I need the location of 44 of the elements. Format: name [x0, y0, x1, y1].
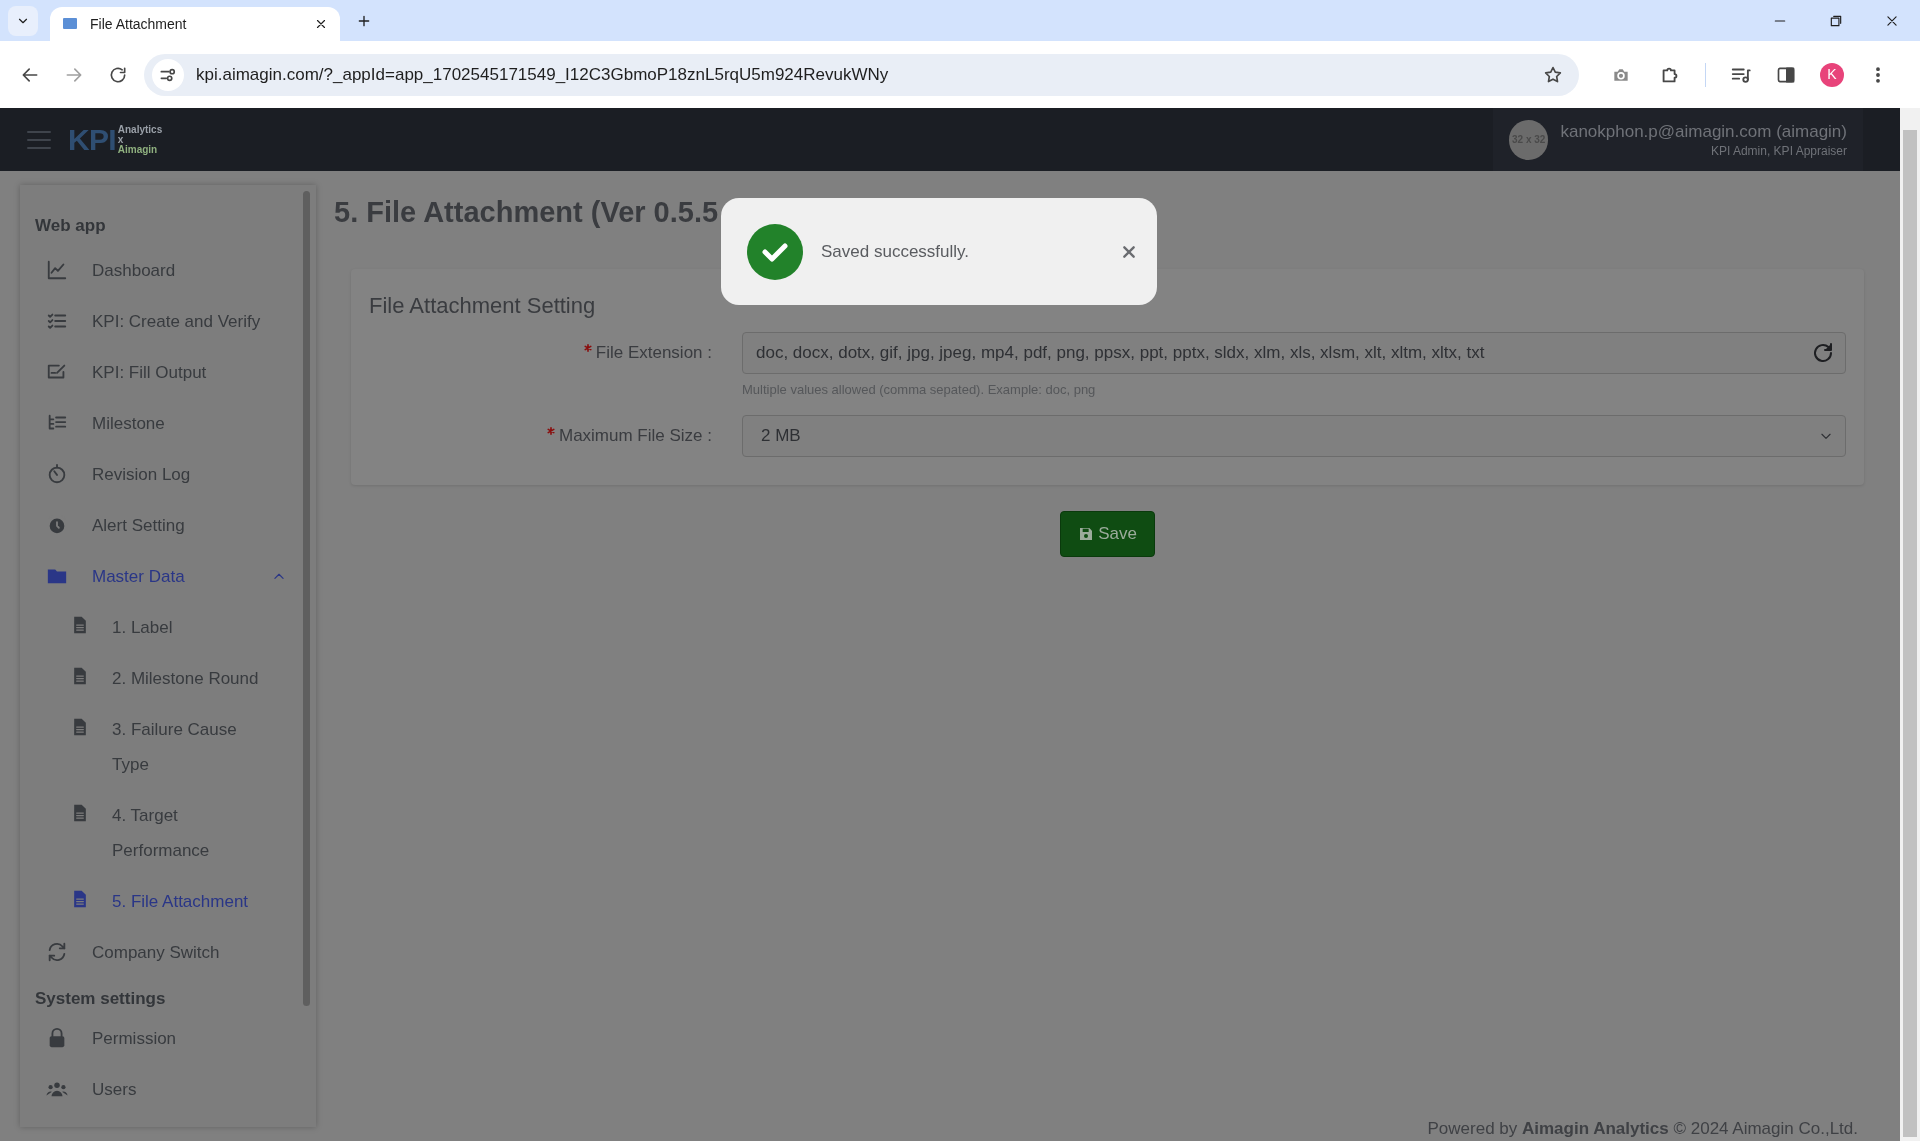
scrollbar-thumb[interactable]	[303, 191, 310, 1006]
field-label: File Extension :	[369, 331, 742, 365]
nav-item[interactable]: Permission	[20, 1013, 316, 1064]
nav-subitem[interactable]: 5. File Attachment	[20, 875, 316, 927]
profile-avatar[interactable]: K	[1820, 62, 1844, 87]
section-heading: Web app	[34, 215, 107, 237]
nav-subitem[interactable]: 2. Milestone Round	[20, 652, 316, 704]
nav-subitem[interactable]: 4. Target Performance	[20, 789, 316, 876]
card-title: File Attachment Setting	[369, 291, 597, 320]
section-heading: System settings	[34, 987, 167, 1010]
browser-tab[interactable]: File Attachment	[50, 7, 340, 41]
nav-item[interactable]: Master Data	[20, 550, 316, 602]
nav-subitem[interactable]: 1. Label	[20, 601, 316, 653]
nav-subitem[interactable]: 3. Failure Cause Type	[20, 703, 316, 790]
favicon-icon	[62, 16, 78, 32]
timer-icon	[46, 462, 68, 485]
nav-item[interactable]: Milestone	[20, 397, 316, 449]
sync-icon	[46, 940, 68, 963]
nav-item[interactable]: Company Switch	[20, 926, 316, 978]
nav-item[interactable]: Users	[20, 1064, 316, 1115]
page-title: 5. File Attachment (Ver 0.5.5	[334, 195, 719, 230]
page-scrollbar[interactable]	[1900, 108, 1920, 1141]
refresh-icon[interactable]	[1811, 340, 1835, 365]
extensions-field[interactable]: doc, docx, dotx, gif, jpg, jpeg, mp4, pdf, png, ppsx, ppt, pptx, sldx, xlm, xls, xlsm, xlt, xltm, xltx, txt	[742, 331, 1846, 374]
user-roles: KPI Admin, KPI Appraiser	[1710, 142, 1847, 159]
footer-text: Powered by Aimagin Analytics © 2024 Aimagin Co.,Ltd.	[1427, 1117, 1859, 1140]
close-icon[interactable]	[1885, 13, 1899, 28]
nav-item[interactable]: KPI: Create and Verify	[20, 295, 316, 347]
close-icon[interactable]	[314, 17, 328, 31]
chart-line-icon	[46, 258, 68, 281]
save-button[interactable]: Save	[1060, 511, 1155, 557]
address-bar[interactable]: kpi.aimagin.com/?_appId=app_1702545171549_I12C3GbmoP18znL5rqU5m924RevukWNy	[144, 53, 1579, 96]
file-size-select[interactable]: 2 MB	[742, 415, 1846, 457]
nav-item[interactable]: Revision Log	[20, 448, 316, 500]
user-name: kanokphon.p@aimagin.com (aimagin)	[1560, 120, 1847, 143]
nav-item[interactable]: Alert Setting	[20, 499, 316, 551]
star-icon[interactable]	[1543, 64, 1563, 85]
nav-item[interactable]: Dashboard	[20, 244, 316, 296]
tab-title: File Attachment	[90, 14, 188, 34]
nav-item[interactable]: KPI: Fill Output	[20, 346, 316, 398]
toast-message: Saved successfully.	[821, 240, 971, 263]
field-label: Maximum File Size :	[369, 415, 742, 449]
check-circle-icon	[747, 223, 803, 280]
restore-icon[interactable]	[1829, 13, 1843, 28]
